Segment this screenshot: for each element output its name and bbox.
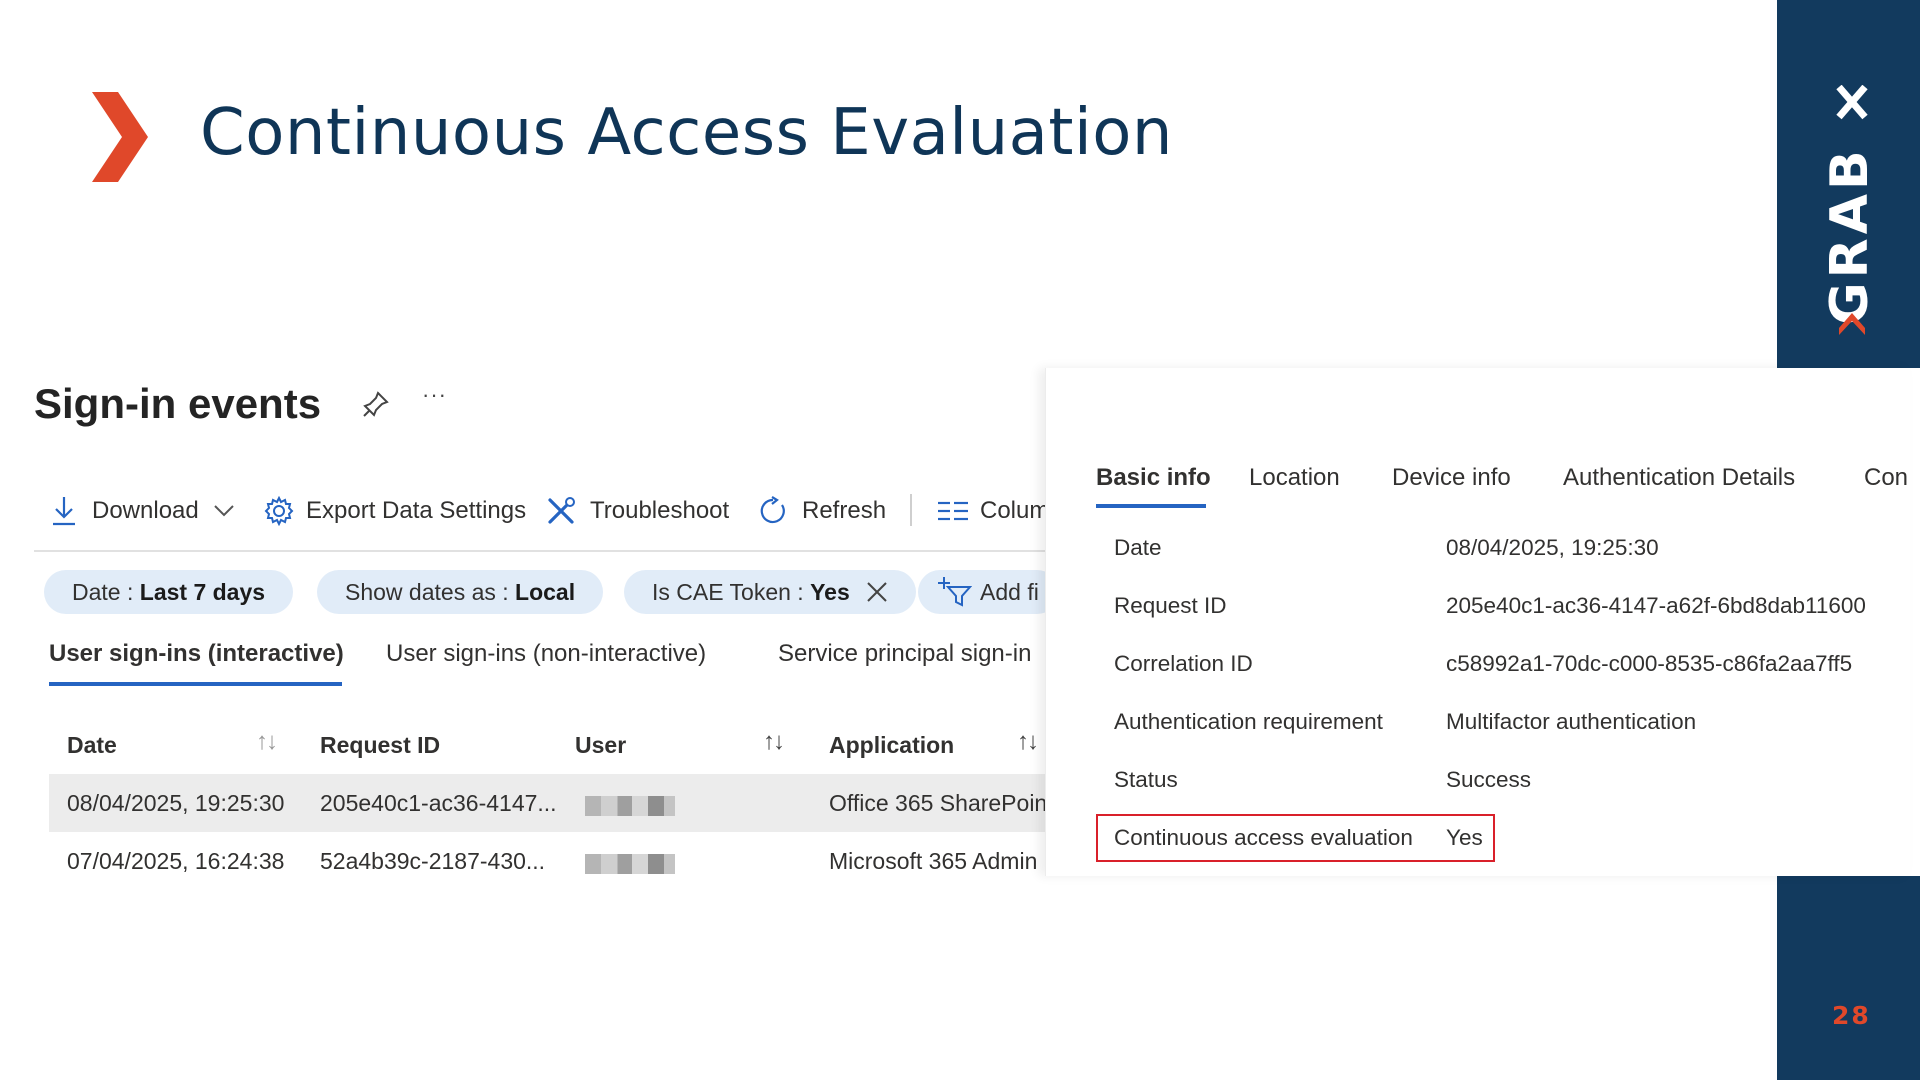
- brand-band-bottom: [1777, 876, 1920, 1080]
- columns-icon: [938, 501, 968, 521]
- refresh-button[interactable]: Refresh: [758, 486, 886, 536]
- panel-title: Sign-in events: [34, 380, 322, 427]
- field-label-request-id: Request ID: [1114, 593, 1227, 618]
- column-header-date[interactable]: Date: [67, 732, 117, 759]
- column-header-request-id[interactable]: Request ID: [320, 732, 440, 759]
- cae-token-filter-label: Is CAE Token :: [652, 578, 804, 605]
- date-filter-label: Date :: [72, 578, 134, 605]
- tab-device-info[interactable]: Device info: [1392, 464, 1511, 492]
- field-label-authentication-requirement: Authentication requirement: [1114, 709, 1383, 734]
- field-value-correlation-id: c58992a1-70dc-c000-8535-c86fa2aa7ff5: [1446, 651, 1853, 676]
- tab-non-interactive[interactable]: User sign-ins (non-interactive): [386, 640, 706, 668]
- download-icon: [53, 497, 75, 526]
- row-date: 08/04/2025, 19:25:30: [67, 790, 285, 816]
- date-filter-value: Last 7 days: [139, 578, 266, 605]
- columns-button[interactable]: Colum: [938, 486, 1045, 536]
- field-value-authentication-requirement: Multifactor authentication: [1446, 709, 1697, 734]
- active-tab-underline: [1096, 504, 1206, 508]
- column-header-application[interactable]: Application: [829, 732, 954, 759]
- row-application: Microsoft 365 Admin: [829, 848, 1038, 874]
- field-label-status: Status: [1114, 767, 1178, 792]
- field-value-status: Success: [1446, 767, 1532, 792]
- add-filter-icon: [938, 577, 972, 607]
- row-request-id: 205e40c1-ac36-4147...: [320, 790, 557, 816]
- cae-highlight-box: [1096, 814, 1495, 862]
- troubleshoot-label: Troubleshoot: [590, 497, 730, 524]
- gear-icon: [264, 496, 294, 526]
- grabx-logo: GRAB: [1820, 85, 1880, 335]
- tab-interactive[interactable]: User sign-ins (interactive): [49, 640, 344, 668]
- refresh-icon: [760, 496, 785, 524]
- chevron-down-icon: [214, 505, 234, 517]
- export-label: Export Data Settings: [306, 497, 527, 524]
- wrench-icon: [548, 497, 575, 524]
- pin-icon[interactable]: [362, 390, 390, 418]
- show-dates-filter-pill[interactable]: Show dates as : Local: [317, 570, 604, 614]
- toolbar: Download Export Data Settings Troublesho…: [34, 486, 1045, 552]
- date-filter-pill[interactable]: Date : Last 7 days: [44, 570, 294, 614]
- field-label-correlation-id: Correlation ID: [1114, 651, 1253, 676]
- sort-application-icon[interactable]: ↑↓: [1017, 728, 1039, 756]
- page-number: 28: [1832, 1001, 1871, 1030]
- table-row[interactable]: 08/04/2025, 19:25:30 205e40c1-ac36-4147.…: [49, 774, 1045, 832]
- columns-label: Colum: [980, 497, 1045, 524]
- tab-basic-info[interactable]: Basic info: [1096, 464, 1211, 492]
- table-row[interactable]: 07/04/2025, 16:24:38 52a4b39c-2187-430..…: [49, 832, 1045, 880]
- row-date: 07/04/2025, 16:24:38: [67, 848, 285, 874]
- show-dates-filter-label: Show dates as :: [345, 578, 509, 605]
- field-value-date: 08/04/2025, 19:25:30: [1446, 535, 1659, 560]
- tab-conditional-access[interactable]: Con: [1864, 464, 1908, 492]
- sort-date-icon[interactable]: ↑↓: [256, 728, 278, 756]
- slide-chevron-icon: [92, 92, 148, 182]
- add-filter-pill[interactable]: Add fi: [918, 570, 1045, 614]
- more-options-icon[interactable]: ···: [422, 382, 447, 408]
- tab-service-principal[interactable]: Service principal sign-in: [778, 640, 1031, 668]
- signin-details-panel: Basic info Location Device info Authenti…: [1045, 368, 1910, 876]
- field-label-date: Date: [1114, 535, 1162, 560]
- sort-user-icon[interactable]: ↑↓: [763, 728, 785, 756]
- cae-token-filter-pill[interactable]: Is CAE Token : Yes: [624, 570, 916, 614]
- show-dates-filter-value: Local: [515, 578, 576, 605]
- svg-text:GRAB: GRAB: [1820, 146, 1880, 325]
- close-icon[interactable]: [866, 581, 888, 603]
- redacted-user: [585, 854, 675, 874]
- tab-authentication-details[interactable]: Authentication Details: [1563, 464, 1795, 492]
- export-data-settings-button[interactable]: Export Data Settings: [264, 486, 526, 536]
- row-application: Office 365 SharePoin: [829, 790, 1045, 816]
- active-tab-underline: [49, 682, 342, 686]
- tab-location[interactable]: Location: [1249, 464, 1340, 492]
- column-header-user[interactable]: User: [575, 732, 626, 759]
- toolbar-divider: [910, 494, 912, 526]
- signin-events-panel: Sign-in events ··· Download Export Data …: [0, 360, 1045, 880]
- download-button[interactable]: Download: [50, 486, 235, 536]
- field-value-request-id: 205e40c1-ac36-4147-a62f-6bd8dab11600: [1446, 593, 1866, 618]
- download-label: Download: [92, 497, 199, 524]
- row-request-id: 52a4b39c-2187-430...: [320, 848, 546, 874]
- add-filter-label: Add fi: [980, 578, 1039, 605]
- slide-title: Continuous Access Evaluation: [200, 96, 1173, 170]
- troubleshoot-button[interactable]: Troubleshoot: [546, 486, 729, 536]
- redacted-user: [585, 796, 675, 816]
- refresh-label: Refresh: [802, 497, 887, 524]
- cae-token-filter-value: Yes: [810, 578, 850, 605]
